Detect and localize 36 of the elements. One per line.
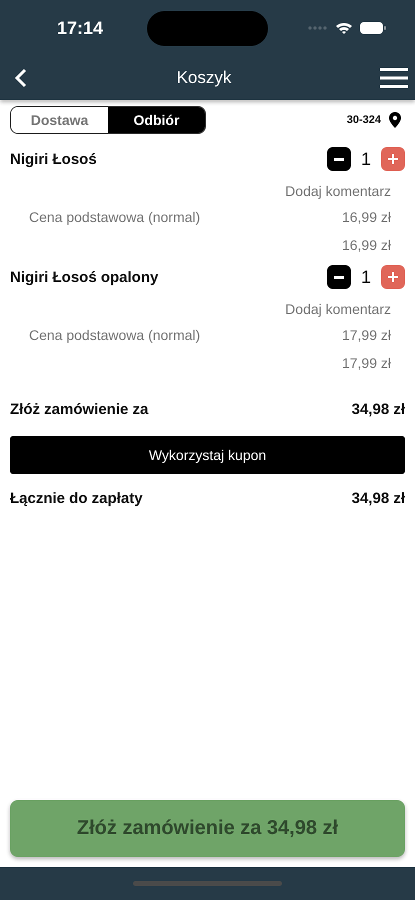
coupon-button[interactable]: Wykorzystaj kupon (10, 436, 405, 474)
minus-icon (334, 276, 344, 278)
product-name: Nigiri Łosoś (10, 150, 97, 168)
add-comment-link[interactable]: Dodaj komentarz (285, 301, 391, 317)
quantity: 1 (360, 148, 371, 170)
item-total: 17,99 zł (342, 355, 391, 371)
signal-icon (307, 25, 329, 31)
battery-icon (359, 21, 387, 35)
postal-code: 30-324 (346, 114, 381, 126)
plus-icon (388, 272, 398, 282)
back-icon[interactable] (14, 68, 28, 88)
add-comment-link[interactable]: Dodaj komentarz (285, 183, 391, 199)
screen-title: Koszyk (176, 68, 232, 88)
decrease-button[interactable] (326, 265, 351, 289)
increase-button[interactable] (381, 265, 405, 289)
menu-icon[interactable] (380, 67, 408, 89)
price: 17,99 zł (342, 327, 391, 343)
submit-order-button[interactable]: Złóż zamówienie za 34,98 zł (10, 800, 405, 857)
minus-icon (334, 158, 344, 160)
location-pin-icon[interactable] (389, 112, 401, 128)
price-label: Cena podstawowa (normal) (29, 327, 200, 343)
payment-total-value: 34,98 zł (352, 490, 405, 507)
quantity: 1 (360, 266, 371, 288)
payment-total-label: Łącznie do zapłaty (10, 490, 143, 507)
decrease-button[interactable] (326, 147, 351, 171)
order-total-label: Złóż zamówienie za (10, 401, 148, 418)
increase-button[interactable] (381, 147, 405, 171)
status-time: 17:14 (57, 18, 104, 38)
price-label: Cena podstawowa (normal) (29, 209, 200, 225)
delivery-tab[interactable]: Odbiór (108, 107, 205, 133)
item-total: 16,99 zł (342, 237, 391, 253)
wifi-icon (335, 21, 353, 35)
price: 16,99 zł (342, 209, 391, 225)
order-total-value: 34,98 zł (352, 401, 405, 418)
plus-icon (388, 154, 398, 164)
product-name: Nigiri Łosoś opalony (10, 268, 158, 286)
